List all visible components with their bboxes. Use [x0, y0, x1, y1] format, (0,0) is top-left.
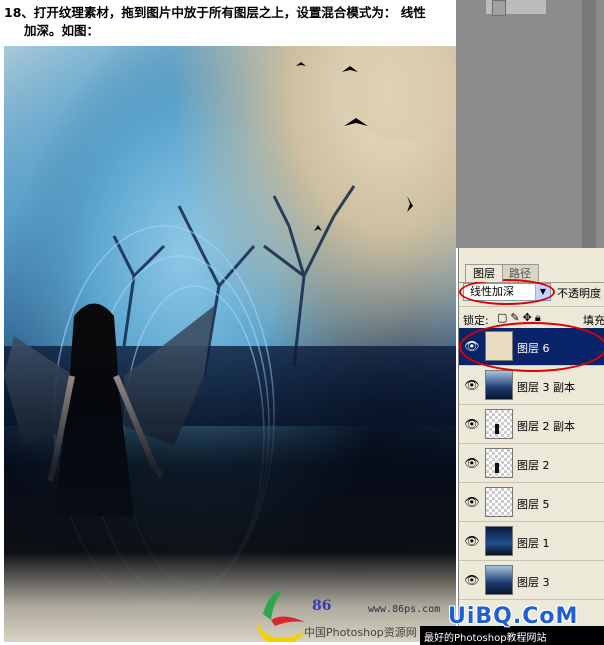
instruction-line-2: 加深。如图：: [24, 23, 100, 38]
layer-name: 图层 5: [517, 498, 550, 511]
logo-caption: 中国Photoshop资源网: [304, 626, 417, 639]
site-watermark: UiBQ.CoM: [448, 604, 579, 629]
layers-panel: 图层 路径 线性加深 ▼ 不透明度 锁定: ▢✎✥🔒︎ 填充 👁︎ 图层 6 👁…: [458, 248, 604, 645]
layer-thumbnail: [485, 565, 513, 595]
eye-icon[interactable]: 👁︎: [463, 376, 481, 394]
layer-row[interactable]: 👁︎ 图层 1: [459, 523, 604, 561]
layer-row[interactable]: 👁︎ 图层 2 副本: [459, 406, 604, 444]
footer-text: 最好的Photoshop教程网站: [424, 633, 547, 644]
layer-thumbnail: [485, 448, 513, 478]
layer-name: 图层 2: [517, 459, 550, 472]
moon-glow: [344, 46, 454, 141]
workspace-scrollbar[interactable]: [582, 0, 596, 248]
eye-icon[interactable]: 👁︎: [463, 532, 481, 550]
panel-scroll-button[interactable]: [492, 0, 506, 16]
photoshop-workspace: [456, 0, 604, 248]
logo-number: 86: [312, 598, 332, 614]
opacity-label: 不透明度: [557, 287, 601, 300]
highlight-ring-selected-layer: [459, 322, 604, 372]
eye-icon[interactable]: 👁︎: [463, 571, 481, 589]
fill-label: 填充: [583, 314, 604, 327]
highlight-ring-blend-mode: [459, 279, 555, 305]
artwork-canvas: [4, 46, 456, 642]
layer-thumbnail: [485, 409, 513, 439]
eye-icon[interactable]: 👁︎: [463, 415, 481, 433]
layer-name: 图层 2 副本: [517, 420, 575, 433]
layer-thumbnail: [485, 487, 513, 517]
layer-name: 图层 1: [517, 537, 550, 550]
layer-row[interactable]: 👁︎ 图层 3: [459, 562, 604, 600]
figure-mark: [495, 463, 499, 473]
layer-thumbnail: [485, 526, 513, 556]
layer-row[interactable]: 👁︎ 图层 2: [459, 445, 604, 483]
layer-name: 图层 3: [517, 576, 550, 589]
instruction-line-1: 18、打开纹理素材，拖到图片中放于所有图层之上，设置混合模式为： 线性: [4, 5, 426, 20]
eye-icon[interactable]: 👁︎: [463, 454, 481, 472]
layer-thumbnail: [485, 370, 513, 400]
figure-mark: [495, 424, 499, 434]
layer-name: 图层 3 副本: [517, 381, 575, 394]
lock-label: 锁定:: [463, 314, 489, 327]
layer-row[interactable]: 👁︎ 图层 5: [459, 484, 604, 522]
panel-tabs: 图层 路径: [459, 264, 604, 282]
logo-url: www.86ps.com: [368, 604, 441, 615]
instruction-text: 18、打开纹理素材，拖到图片中放于所有图层之上，设置混合模式为： 线性 加深。如…: [4, 4, 450, 40]
lock-transparency-icon[interactable]: ▢: [497, 311, 510, 324]
brand-logo-icon: [257, 590, 305, 642]
tab-layers[interactable]: 图层: [465, 264, 503, 282]
layer-row[interactable]: 👁︎ 图层 3 副本: [459, 367, 604, 405]
eye-icon[interactable]: 👁︎: [463, 493, 481, 511]
